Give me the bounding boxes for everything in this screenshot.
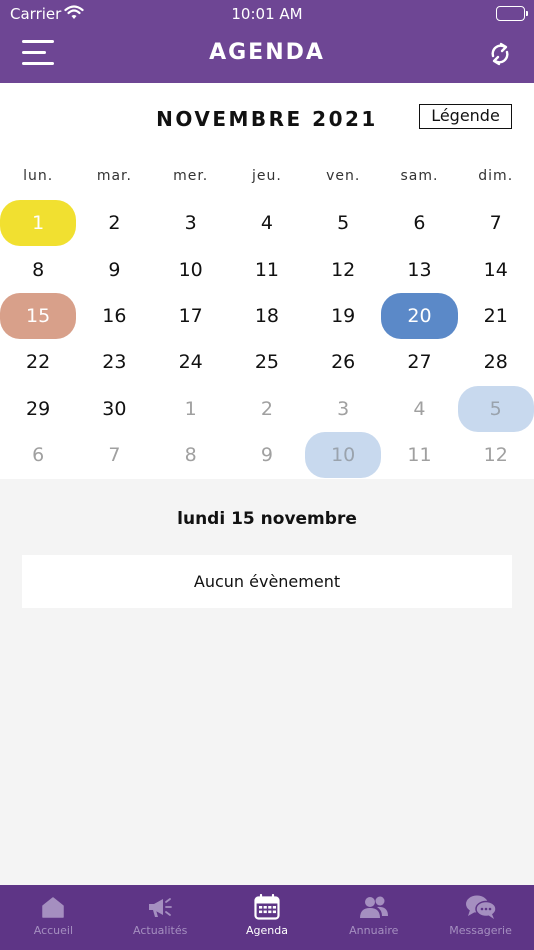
battery-icon	[496, 6, 528, 21]
calendar-day[interactable]: 18	[229, 293, 305, 339]
people-icon	[320, 894, 427, 920]
tab-annuaire[interactable]: Annuaire	[320, 885, 427, 950]
tab-bar: Accueil Actualités Agenda Annuaire Messageri…	[0, 885, 534, 950]
calendar-day[interactable]: 11	[229, 246, 305, 292]
calendar-day[interactable]: 12	[305, 246, 381, 292]
tab-label: Annuaire	[349, 924, 399, 937]
tab-messagerie[interactable]: Messagerie	[427, 885, 534, 950]
weekday-label: ven.	[326, 168, 361, 184]
tab-actualits[interactable]: Actualités	[107, 885, 214, 950]
weekday-label: mer.	[173, 168, 209, 184]
calendar-day[interactable]: 9	[229, 432, 305, 478]
calendar: NOVEMBRE 2021 Légende lun. mar. mer. jeu. ve…	[0, 83, 534, 479]
calendar-day[interactable]: 12	[458, 432, 534, 478]
tab-label: Agenda	[246, 924, 288, 937]
calendar-icon	[214, 894, 321, 920]
calendar-day[interactable]: 2	[76, 200, 152, 246]
megaphone-icon	[107, 894, 214, 920]
calendar-day[interactable]: 5	[305, 200, 381, 246]
legend-button[interactable]: Légende	[419, 104, 512, 129]
calendar-day[interactable]: 29	[0, 386, 76, 432]
calendar-day[interactable]: 13	[381, 246, 457, 292]
calendar-day[interactable]: 14	[458, 246, 534, 292]
tab-label: Messagerie	[449, 924, 512, 937]
calendar-day[interactable]: 4	[229, 200, 305, 246]
calendar-day[interactable]: 15	[0, 292, 77, 340]
calendar-day[interactable]: 2	[229, 386, 305, 432]
calendar-day[interactable]: 20	[381, 292, 458, 340]
calendar-day[interactable]: 9	[76, 246, 152, 292]
weekday-label: sam.	[400, 168, 439, 184]
chat-icon	[427, 894, 534, 920]
calendar-day[interactable]: 3	[153, 200, 229, 246]
calendar-day[interactable]: 21	[458, 293, 534, 339]
calendar-day[interactable]: 28	[458, 339, 534, 385]
calendar-day[interactable]: 7	[458, 200, 534, 246]
no-event-card: Aucun évènement	[22, 555, 512, 608]
calendar-day[interactable]: 8	[0, 246, 76, 292]
calendar-day[interactable]: 26	[305, 339, 381, 385]
calendar-day[interactable]: 3	[305, 386, 381, 432]
calendar-day[interactable]: 22	[0, 339, 76, 385]
tab-agenda[interactable]: Agenda	[214, 885, 321, 950]
calendar-day[interactable]: 8	[153, 432, 229, 478]
home-icon	[0, 894, 107, 920]
calendar-day[interactable]: 27	[381, 339, 457, 385]
weekday-label: jeu.	[252, 168, 282, 184]
calendar-day[interactable]: 4	[381, 386, 457, 432]
tab-label: Accueil	[33, 924, 74, 937]
weekday-label: lun.	[23, 168, 54, 184]
calendar-day[interactable]: 7	[76, 432, 152, 478]
weekday-label: mar.	[96, 168, 132, 184]
weekday-header: lun. mar. mer. jeu. ven. sam. dim.	[0, 168, 534, 188]
calendar-day[interactable]: 1	[153, 386, 229, 432]
calendar-day-grid: 1 2 3 4 5 6 7 8 9 10 11 12 13 14 15 16 17 18 19 20 21 22 23 24 2…	[0, 200, 534, 479]
calendar-day[interactable]: 19	[305, 293, 381, 339]
tab-label: Actualités	[133, 924, 188, 937]
calendar-day[interactable]: 10	[153, 246, 229, 292]
refresh-icon[interactable]	[486, 40, 514, 68]
calendar-day[interactable]: 11	[381, 432, 457, 478]
calendar-day[interactable]: 10	[305, 431, 382, 479]
calendar-day[interactable]: 30	[76, 386, 152, 432]
calendar-day[interactable]: 6	[0, 432, 76, 478]
calendar-day[interactable]: 16	[76, 293, 152, 339]
calendar-day[interactable]: 24	[153, 339, 229, 385]
calendar-day[interactable]: 17	[153, 293, 229, 339]
page-title: AGENDA	[209, 40, 325, 65]
app-header: Carrier 10:01 AM AGENDA	[0, 0, 534, 83]
calendar-day[interactable]: 6	[381, 200, 457, 246]
calendar-day[interactable]: 5	[457, 385, 534, 432]
status-bar: Carrier 10:01 AM	[0, 0, 534, 28]
weekday-label: dim.	[478, 168, 514, 184]
tab-accueil[interactable]: Accueil	[0, 885, 107, 950]
status-time: 10:01 AM	[231, 5, 303, 23]
calendar-day[interactable]: 1	[0, 200, 77, 247]
calendar-day[interactable]: 25	[229, 339, 305, 385]
selected-date-heading: lundi 15 novembre	[177, 509, 357, 529]
calendar-day[interactable]: 23	[76, 339, 152, 385]
